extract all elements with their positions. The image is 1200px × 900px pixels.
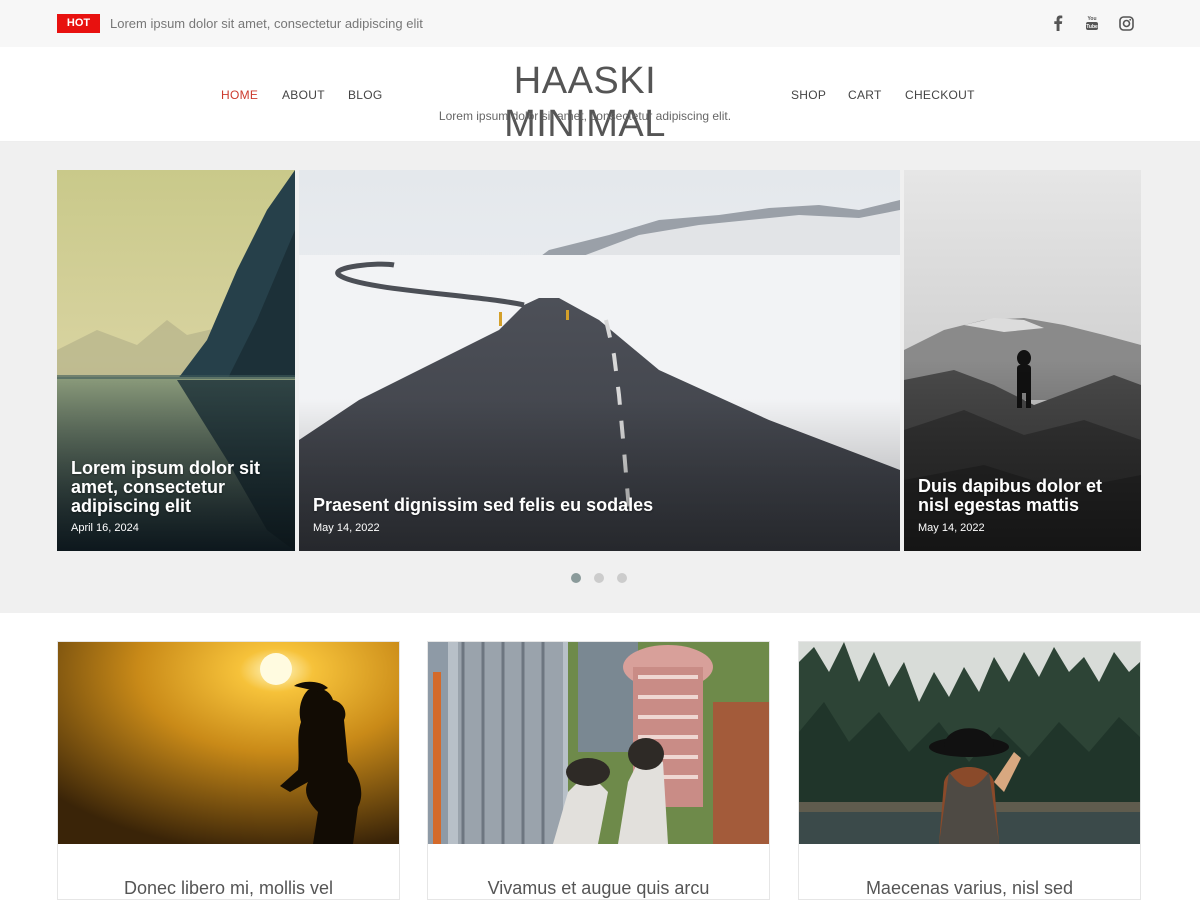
slide-3-title[interactable]: Duis dapibus dolor et nisl egestas matti… (918, 477, 1131, 515)
post-3-image[interactable] (799, 642, 1140, 844)
nav-checkout[interactable]: CHECKOUT (905, 88, 975, 102)
post-1-title[interactable]: Donec libero mi, mollis vel (58, 878, 399, 899)
svg-text:You: You (1087, 16, 1096, 22)
featured-slider: Lorem ipsum dolor sit amet, consectetur … (0, 142, 1200, 613)
instagram-icon[interactable] (1117, 14, 1135, 32)
slide-3-date: May 14, 2022 (918, 522, 985, 534)
slider-dot-3[interactable] (617, 573, 627, 583)
nav-about[interactable]: ABOUT (282, 88, 325, 102)
nav-cart[interactable]: CART (848, 88, 882, 102)
post-1-image[interactable] (58, 642, 399, 844)
news-ticker[interactable]: Lorem ipsum dolor sit amet, consectetur … (110, 16, 423, 31)
youtube-icon[interactable]: You Tube (1083, 14, 1101, 32)
post-card-3[interactable]: Maecenas varius, nisl sed (798, 641, 1141, 900)
svg-text:Tube: Tube (1086, 24, 1098, 30)
slide-1[interactable]: Lorem ipsum dolor sit amet, consectetur … (57, 170, 295, 551)
slide-1-title[interactable]: Lorem ipsum dolor sit amet, consectetur … (71, 459, 285, 516)
nav-blog[interactable]: BLOG (348, 88, 383, 102)
slide-2-date: May 14, 2022 (313, 522, 380, 534)
slide-2[interactable]: Praesent dignissim sed felis eu sodales … (299, 170, 900, 551)
site-header: HOME ABOUT BLOG HAASKI MINIMAL Lorem ips… (0, 47, 1200, 145)
facebook-icon[interactable] (1049, 14, 1067, 32)
top-bar: HOT Lorem ipsum dolor sit amet, consecte… (0, 0, 1200, 47)
post-3-title[interactable]: Maecenas varius, nisl sed (799, 878, 1140, 899)
nav-home[interactable]: HOME (221, 88, 258, 102)
slide-2-image (299, 170, 900, 551)
post-card-1[interactable]: Donec libero mi, mollis vel (57, 641, 400, 900)
slider-dot-1[interactable] (571, 573, 581, 583)
site-title[interactable]: HAASKI MINIMAL (430, 60, 740, 146)
nav-shop[interactable]: SHOP (791, 88, 826, 102)
hot-badge: HOT (57, 14, 100, 33)
post-2-image[interactable] (428, 642, 769, 844)
post-card-2[interactable]: Vivamus et augue quis arcu (427, 641, 770, 900)
slide-3[interactable]: Duis dapibus dolor et nisl egestas matti… (904, 170, 1141, 551)
slider-dot-2[interactable] (594, 573, 604, 583)
site-tagline: Lorem ipsum dolor sit amet, consectetur … (438, 109, 732, 123)
post-2-title[interactable]: Vivamus et augue quis arcu (428, 878, 769, 899)
slide-1-date: April 16, 2024 (71, 522, 139, 534)
slide-2-title[interactable]: Praesent dignissim sed felis eu sodales (313, 496, 890, 515)
